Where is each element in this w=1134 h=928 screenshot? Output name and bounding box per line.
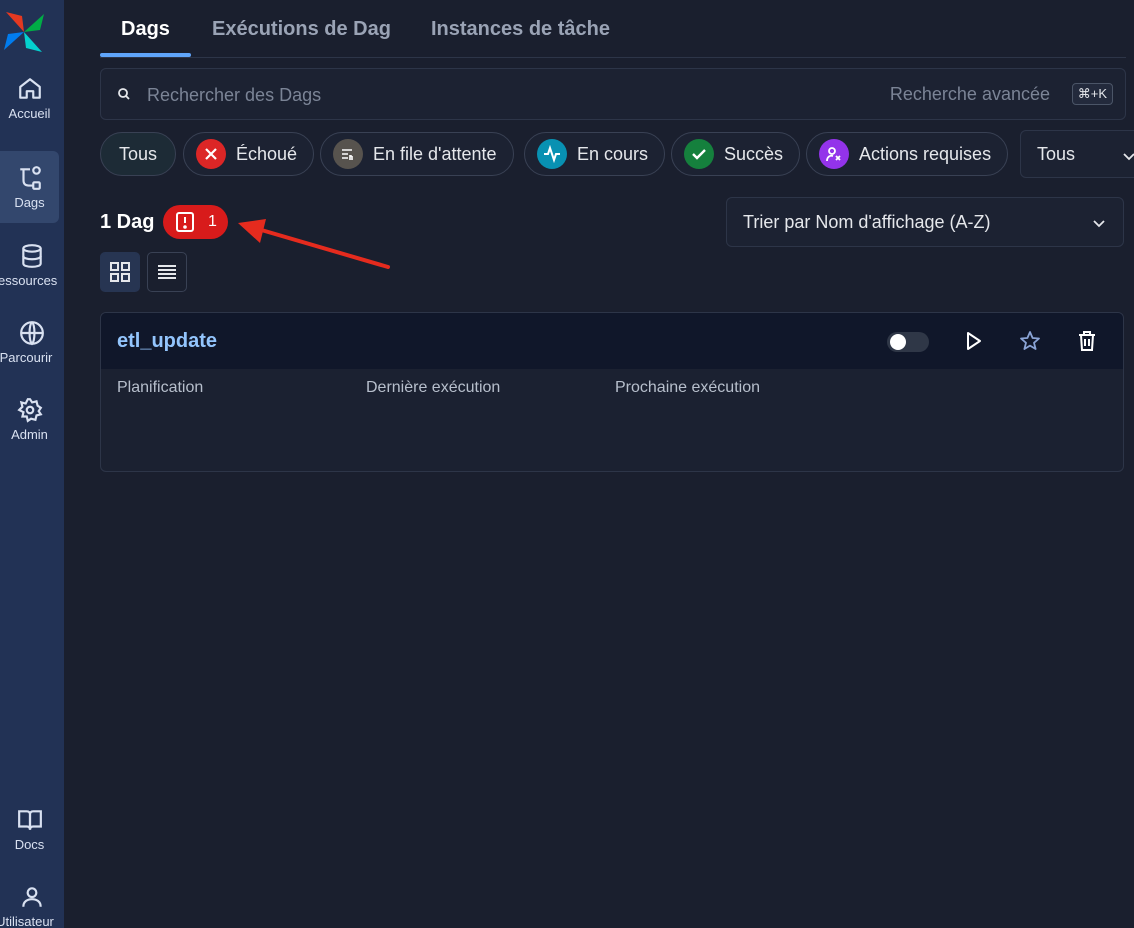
sort-select[interactable]: Trier par Nom d'affichage (A-Z) xyxy=(726,197,1124,247)
active-tab-indicator xyxy=(100,53,191,57)
sidebar-item-accueil[interactable]: Accueil xyxy=(0,62,59,134)
pause-toggle[interactable] xyxy=(887,332,929,352)
check-icon xyxy=(684,139,714,169)
tab-task-instances[interactable]: Instances de tâche xyxy=(431,18,610,55)
filter-queued-button[interactable]: En file d'attente xyxy=(320,132,514,176)
import-error-badge[interactable]: 1 xyxy=(163,205,228,239)
filter-select[interactable]: Tous xyxy=(1020,130,1134,178)
globe-icon xyxy=(20,320,44,345)
alert-icon xyxy=(176,212,195,232)
book-icon xyxy=(17,809,42,830)
sidebar-item-dags[interactable]: Dags xyxy=(0,151,59,223)
error-count: 1 xyxy=(208,213,217,230)
sidebar-item-label: Admin xyxy=(11,426,48,442)
card-view-button[interactable] xyxy=(100,252,140,292)
sidebar-item-label: Utilisateur xyxy=(0,913,54,928)
sidebar-item-ressources[interactable]: Ressources xyxy=(0,229,64,301)
filter-running-button[interactable]: En cours xyxy=(524,132,666,176)
trigger-play-icon[interactable] xyxy=(961,329,985,353)
tab-bar: Dags Exécutions de Dag Instances de tâch… xyxy=(100,0,1126,58)
filter-success-button[interactable]: Succès xyxy=(671,132,801,176)
filter-actions-required-button[interactable]: Actions requises xyxy=(806,132,1009,176)
sidebar: Accueil Dags Ressources Parcourir Admin … xyxy=(0,0,64,928)
dag-card-header: etl_update xyxy=(101,313,1123,369)
filter-label: En cours xyxy=(577,143,649,164)
advanced-search-button[interactable]: Recherche avancée xyxy=(890,84,1050,105)
search-icon xyxy=(118,88,130,100)
sidebar-item-label: Dags xyxy=(14,194,45,210)
filter-all-button[interactable]: Tous xyxy=(100,132,177,176)
chevron-down-icon xyxy=(1093,220,1105,228)
tab-dag-runs[interactable]: Exécutions de Dag xyxy=(212,18,391,55)
filter-label: Échoué xyxy=(236,143,298,164)
filter-select-value: Tous xyxy=(1037,143,1076,164)
dag-name-link[interactable]: etl_update xyxy=(117,330,217,353)
search-input[interactable] xyxy=(145,82,749,108)
activity-icon xyxy=(537,139,567,169)
shortcut-badge: ⌘+K xyxy=(1071,83,1113,105)
filter-label: Tous xyxy=(119,143,158,164)
database-icon xyxy=(22,243,42,268)
sidebar-item-admin[interactable]: Admin xyxy=(0,383,59,455)
home-icon xyxy=(18,77,41,99)
column-schedule: Planification xyxy=(117,379,204,396)
sidebar-item-label: Parcourir xyxy=(0,349,53,365)
dag-count: 1 Dag xyxy=(100,211,155,233)
dag-card: etl_update Planification Dernière exécut… xyxy=(100,312,1124,472)
filter-label: En file d'attente xyxy=(373,143,497,164)
delete-trash-icon[interactable] xyxy=(1075,329,1099,353)
sidebar-item-label: Ressources xyxy=(0,272,58,288)
filter-label: Actions requises xyxy=(859,143,992,164)
user-action-icon xyxy=(819,139,849,169)
chevron-down-icon xyxy=(1123,153,1134,161)
sidebar-item-label: Accueil xyxy=(8,105,51,121)
favorite-star-icon[interactable] xyxy=(1018,329,1042,353)
sidebar-item-label: Docs xyxy=(14,836,45,852)
user-icon xyxy=(22,886,42,907)
column-next-run: Prochaine exécution xyxy=(615,379,760,396)
sidebar-item-utilisateur[interactable]: Utilisateur xyxy=(0,870,64,928)
x-circle-icon xyxy=(196,139,226,169)
list-icon xyxy=(158,265,176,279)
search-bar: Recherche avancée ⌘+K xyxy=(100,68,1126,120)
sidebar-item-docs[interactable]: Docs xyxy=(0,793,59,865)
grid-icon xyxy=(110,262,130,282)
filter-failed-button[interactable]: Échoué xyxy=(183,132,315,176)
sidebar-item-parcourir[interactable]: Parcourir xyxy=(0,306,64,378)
queue-icon xyxy=(333,139,363,169)
column-last-run: Dernière exécution xyxy=(366,379,501,396)
sort-label: Trier par Nom d'affichage (A-Z) xyxy=(743,211,991,232)
toggle-knob xyxy=(890,334,906,350)
annotation-arrow xyxy=(238,219,390,269)
filter-label: Succès xyxy=(724,143,784,164)
airflow-logo-icon[interactable] xyxy=(2,10,46,54)
gear-icon xyxy=(16,397,43,423)
dags-icon xyxy=(19,165,41,190)
tab-dags[interactable]: Dags xyxy=(121,18,170,55)
list-view-button[interactable] xyxy=(147,252,187,292)
